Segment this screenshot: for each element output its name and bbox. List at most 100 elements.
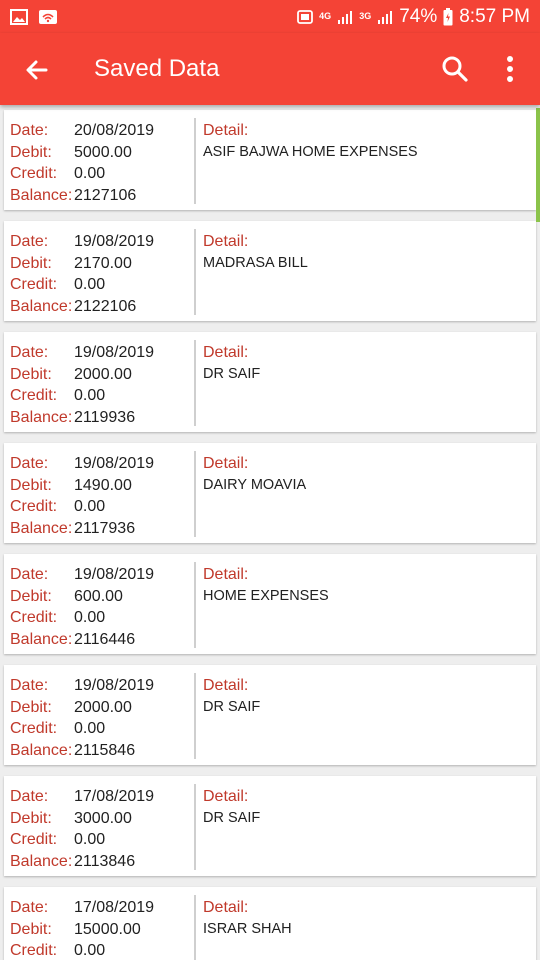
date-label: Date: <box>10 788 49 805</box>
detail-label: Detail: <box>203 677 249 694</box>
debit-label: Debit: <box>10 254 52 272</box>
record-summary: Date: 19/08/2019 Debit: 2170.00 Credit: 0.0… <box>10 231 195 317</box>
date-value: 19/08/2019 <box>74 455 155 472</box>
more-options-button[interactable] <box>498 54 522 84</box>
balance-value: 2115846 <box>74 741 136 759</box>
date-label: Date: <box>10 566 49 583</box>
date-value: 19/08/2019 <box>74 344 155 361</box>
detail-value: DAIRY MOAVIA <box>203 476 307 493</box>
debit-value: 1490.00 <box>74 476 132 494</box>
signal-icon <box>338 10 353 24</box>
balance-label: Balance: <box>10 186 73 204</box>
record-detail: Detail: MADRASA BILL <box>203 231 528 274</box>
credit-value: 0.00 <box>74 165 106 182</box>
back-button[interactable] <box>22 55 52 85</box>
record-detail: Detail: DR SAIF <box>203 342 528 385</box>
date-label: Date: <box>10 677 49 694</box>
balance-label: Balance: <box>10 630 73 648</box>
detail-label: Detail: <box>203 122 249 139</box>
clock: 8:57 PM <box>459 5 530 27</box>
balance-label: Balance: <box>10 852 73 870</box>
record-summary: Date: 17/08/2019 Debit: 3000.00 Credit: 0.0… <box>10 786 195 872</box>
card-divider <box>194 118 196 204</box>
record-card[interactable]: Date: 17/08/2019 Debit: 15000.00 Credit: 0.… <box>4 887 536 960</box>
debit-label: Debit: <box>10 698 52 716</box>
status-bar: 4G 3G 74% 8:57 PM <box>0 0 540 33</box>
network-type-1: 4G <box>319 11 332 21</box>
more-vert-icon <box>507 56 513 82</box>
debit-label: Debit: <box>10 587 52 605</box>
credit-label: Credit: <box>10 498 58 515</box>
record-card[interactable]: Date: 19/08/2019 Debit: 2170.00 Credit: 0.0… <box>4 221 536 321</box>
credit-label: Credit: <box>10 942 58 959</box>
detail-value: ISRAR SHAH <box>203 920 292 937</box>
record-card[interactable]: Date: 19/08/2019 Debit: 2000.00 Credit: 0.0… <box>4 665 536 765</box>
date-value: 17/08/2019 <box>74 788 155 805</box>
record-detail: Detail: DR SAIF <box>203 675 528 718</box>
debit-value: 15000.00 <box>74 920 141 938</box>
balance-value: 2113846 <box>74 852 136 870</box>
battery-icon <box>443 7 453 25</box>
debit-value: 2000.00 <box>74 365 132 383</box>
debit-label: Debit: <box>10 809 52 827</box>
page-title: Saved Data <box>94 55 220 82</box>
card-divider <box>194 340 196 426</box>
card-divider <box>194 229 196 315</box>
date-value: 19/08/2019 <box>74 566 155 583</box>
date-label: Date: <box>10 233 49 250</box>
card-divider <box>194 784 196 870</box>
status-left <box>10 8 58 25</box>
card-divider <box>194 562 196 648</box>
scrollbar-thumb[interactable] <box>536 108 540 222</box>
signal-icon-2 <box>378 10 393 24</box>
credit-label: Credit: <box>10 831 58 848</box>
credit-label: Credit: <box>10 609 58 626</box>
credit-value: 0.00 <box>74 387 106 404</box>
record-card[interactable]: Date: 17/08/2019 Debit: 3000.00 Credit: 0.0… <box>4 776 536 876</box>
detail-label: Detail: <box>203 899 249 916</box>
record-card[interactable]: Date: 19/08/2019 Debit: 2000.00 Credit: 0.0… <box>4 332 536 432</box>
records-list[interactable]: Date: 20/08/2019 Debit: 5000.00 Credit: 0.0… <box>0 105 540 960</box>
credit-label: Credit: <box>10 387 58 404</box>
date-value: 17/08/2019 <box>74 899 155 916</box>
debit-label: Debit: <box>10 920 52 938</box>
record-card[interactable]: Date: 19/08/2019 Debit: 1490.00 Credit: 0.0… <box>4 443 536 543</box>
detail-value: DR SAIF <box>203 698 261 715</box>
record-summary: Date: 20/08/2019 Debit: 5000.00 Credit: 0.0… <box>10 120 195 206</box>
balance-label: Balance: <box>10 741 73 759</box>
balance-value: 2116446 <box>74 630 136 648</box>
detail-label: Detail: <box>203 455 249 472</box>
credit-value: 0.00 <box>74 720 106 737</box>
status-right: 4G 3G 74% 8:57 PM <box>291 6 530 28</box>
record-detail: Detail: HOME EXPENSES <box>203 564 528 607</box>
debit-value: 5000.00 <box>74 143 132 161</box>
search-button[interactable] <box>440 54 470 84</box>
record-summary: Date: 19/08/2019 Debit: 2000.00 Credit: 0.0… <box>10 342 195 428</box>
app-bar: Saved Data <box>0 33 540 105</box>
credit-value: 0.00 <box>74 831 106 848</box>
record-detail: Detail: DAIRY MOAVIA <box>203 453 528 496</box>
balance-label: Balance: <box>10 297 73 315</box>
detail-label: Detail: <box>203 788 249 805</box>
record-summary: Date: 19/08/2019 Debit: 1490.00 Credit: 0.0… <box>10 453 195 539</box>
credit-value: 0.00 <box>74 276 106 293</box>
date-label: Date: <box>10 122 49 139</box>
detail-value: HOME EXPENSES <box>203 587 329 604</box>
detail-label: Detail: <box>203 566 249 583</box>
credit-label: Credit: <box>10 720 58 737</box>
balance-value: 2117936 <box>74 519 136 537</box>
record-summary: Date: 19/08/2019 Debit: 2000.00 Credit: 0.0… <box>10 675 195 761</box>
record-card[interactable]: Date: 19/08/2019 Debit: 600.00 Credit: 0.00… <box>4 554 536 654</box>
balance-value: 2122106 <box>74 297 137 315</box>
credit-value: 0.00 <box>74 942 106 959</box>
image-notification-icon <box>10 8 28 25</box>
debit-value: 3000.00 <box>74 809 132 827</box>
battery-percent: 74% <box>399 5 438 27</box>
detail-value: DR SAIF <box>203 809 261 826</box>
record-card[interactable]: Date: 20/08/2019 Debit: 5000.00 Credit: 0.0… <box>4 110 536 210</box>
date-value: 19/08/2019 <box>74 233 155 250</box>
arrow-back-icon <box>26 60 48 80</box>
detail-label: Detail: <box>203 344 249 361</box>
debit-value: 2000.00 <box>74 698 132 716</box>
date-value: 20/08/2019 <box>74 122 155 139</box>
